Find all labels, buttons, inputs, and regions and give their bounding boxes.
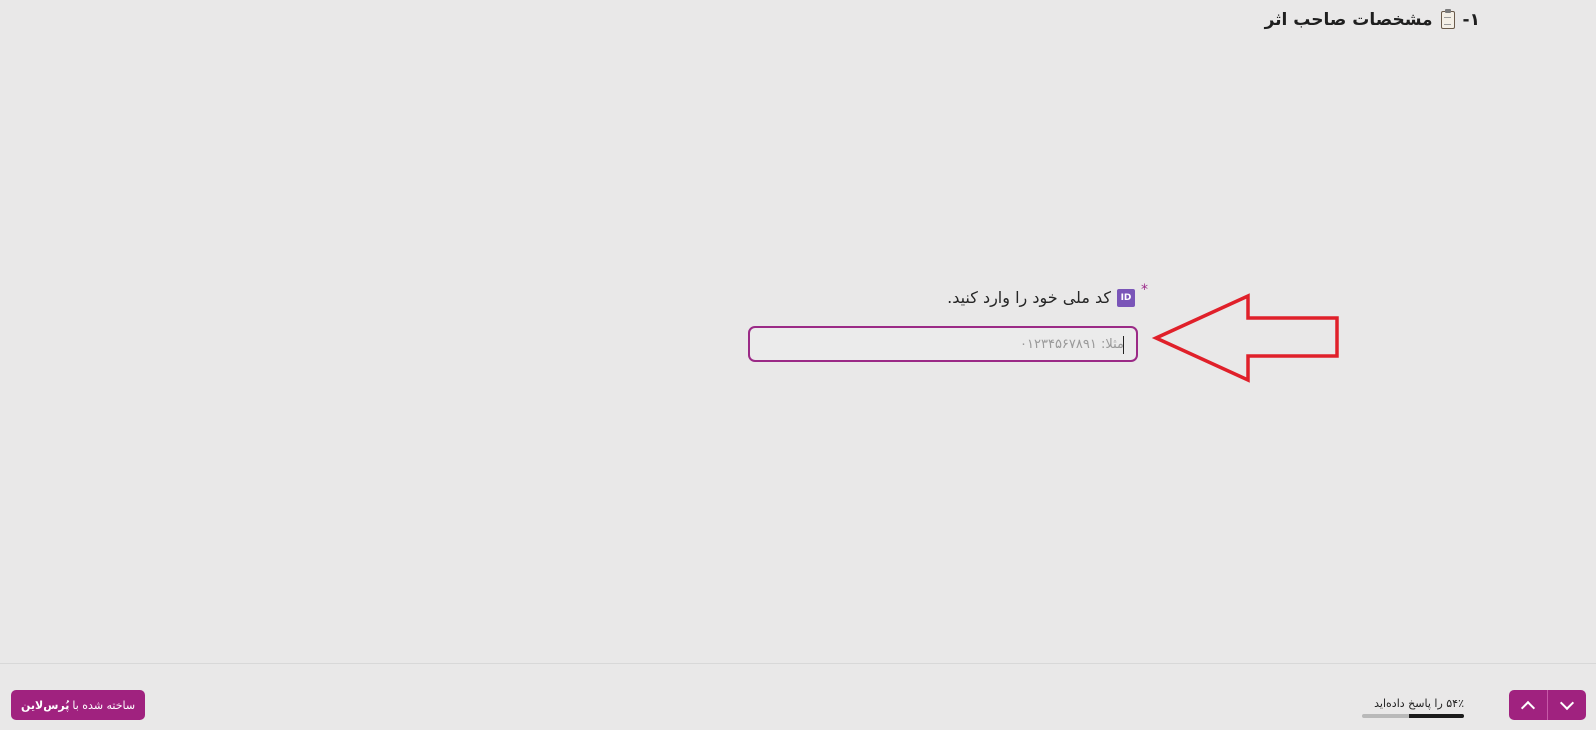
id-icon: ID — [1117, 288, 1135, 307]
question-label-row: * ID کد ملی خود را وارد کنید. — [947, 282, 1148, 307]
question-nav — [1509, 690, 1586, 720]
national-code-input[interactable] — [750, 328, 1136, 360]
question-label: کد ملی خود را وارد کنید. — [947, 288, 1111, 307]
progress-fill — [1408, 714, 1464, 718]
chevron-up-icon — [1520, 700, 1536, 715]
national-code-field[interactable] — [748, 326, 1138, 362]
progress-track — [1362, 714, 1464, 718]
next-question-button[interactable] — [1548, 690, 1586, 720]
brand-prefix: ساخته شده با — [72, 698, 136, 712]
section-title: مشخصات صاحب اثر — [1264, 10, 1433, 30]
annotation-arrow-icon — [1151, 293, 1339, 383]
section-header: ۱- مشخصات صاحب اثر — [1264, 9, 1480, 30]
form-page: ۱- مشخصات صاحب اثر * ID کد ملی خود را وا… — [0, 0, 1596, 730]
footer-bar: ساخته شده با پُرس‌لاین ۵۴٪ را پاسخ داده‌… — [0, 663, 1596, 730]
clipboard-icon — [1440, 9, 1455, 29]
text-caret — [1123, 336, 1124, 354]
section-number: ۱- — [1462, 10, 1480, 30]
progress-text: ۵۴٪ را پاسخ داده‌اید — [1374, 697, 1464, 710]
chevron-down-icon — [1559, 695, 1575, 710]
brand-badge[interactable]: ساخته شده با پُرس‌لاین — [11, 690, 146, 720]
progress-indicator: ۵۴٪ را پاسخ داده‌اید — [1362, 697, 1464, 718]
required-marker: * — [1141, 282, 1148, 298]
brand-name: پُرس‌لاین — [21, 698, 70, 712]
previous-question-button[interactable] — [1509, 690, 1548, 720]
